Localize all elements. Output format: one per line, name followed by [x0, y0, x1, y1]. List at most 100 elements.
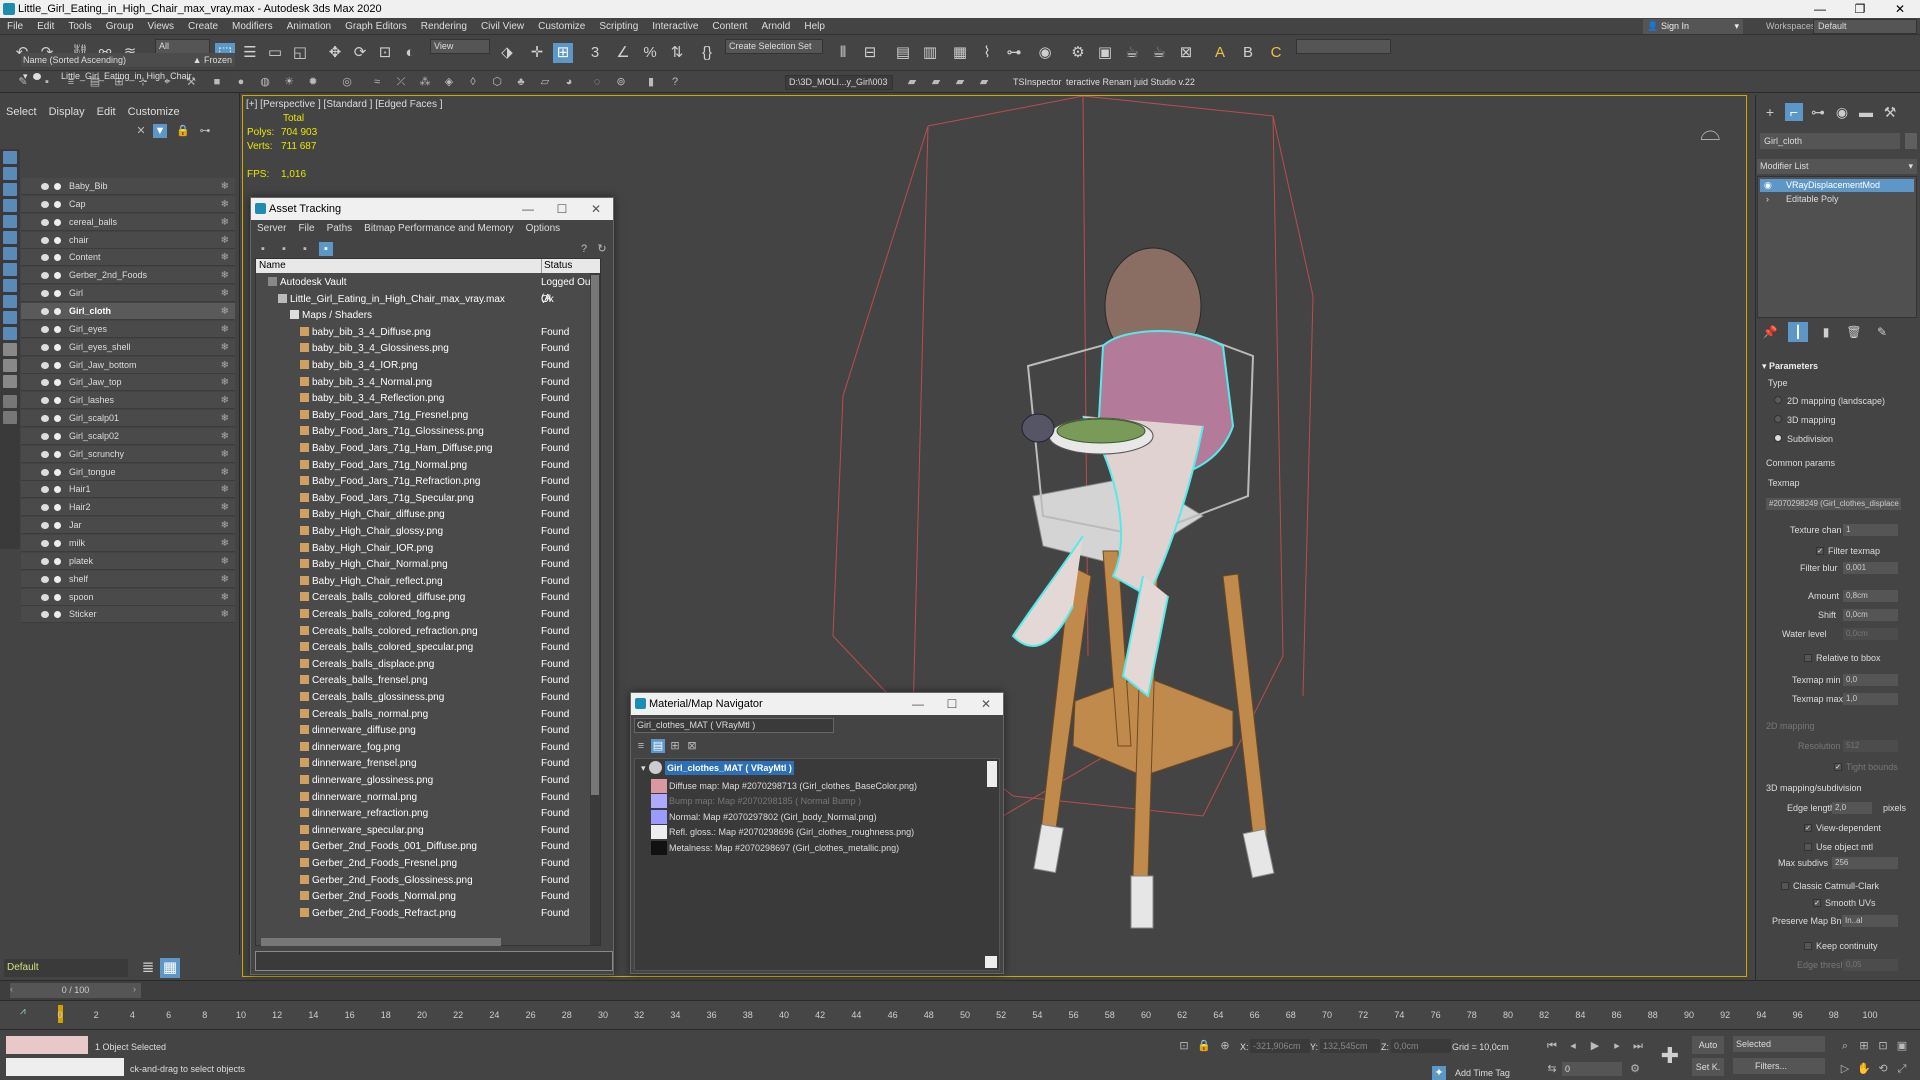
asset-tracking-titlebar[interactable]: Asset Tracking — ☐ ✕ — [251, 198, 613, 220]
asset-row[interactable]: Baby_Food_Jars_71g_Specular.png — [300, 491, 474, 508]
asset-row[interactable]: Baby_High_Chair_reflect.png — [300, 574, 443, 591]
map-node[interactable]: Bump map: Map #2070298185 ( Normal Bump … — [669, 794, 861, 808]
vray-b-icon[interactable]: B — [1238, 43, 1258, 63]
asset-row[interactable]: Baby_High_Chair_glossy.png — [300, 524, 443, 541]
eye-icon[interactable] — [41, 575, 49, 583]
eye-icon[interactable] — [41, 468, 49, 476]
asset-row[interactable]: Cereals_balls_colored_fog.png — [300, 607, 450, 624]
scene-item[interactable]: milk ❄ — [21, 535, 235, 552]
frozen-filter-icon[interactable] — [3, 311, 17, 324]
filter-blur-spinner[interactable]: 0,001 — [1843, 562, 1898, 574]
eye-icon[interactable] — [41, 415, 49, 423]
scene-menu-customize[interactable]: Customize — [122, 103, 186, 121]
collapse-icon[interactable]: ▾ — [641, 763, 646, 774]
scene-root-row[interactable]: ▾ Little_Girl_Eating_in_High_Chair — [21, 68, 235, 84]
map-node[interactable]: Diffuse map: Map #2070298713 (Girl_cloth… — [669, 779, 917, 793]
freeze-icon[interactable]: ❄ — [221, 267, 229, 284]
light-bulb-icon[interactable] — [54, 468, 61, 476]
light-bulb-icon[interactable] — [54, 540, 61, 547]
light-bulb-icon[interactable] — [54, 361, 61, 369]
asset-row[interactable]: Cereals_balls_normal.png — [300, 707, 428, 724]
asset-minimize-icon[interactable]: — — [511, 198, 545, 220]
hierarchy-tab-icon[interactable]: ⊶ — [1809, 103, 1827, 121]
particle-icon[interactable]: ⁂ — [418, 75, 432, 89]
toolbar-extra-select[interactable] — [1296, 39, 1391, 54]
asset-row[interactable]: Cereals_balls_colored_specular.png — [300, 640, 473, 657]
selection-lock-icon[interactable]: 🔒 — [1197, 1039, 1211, 1053]
render-iterative-icon[interactable]: ☕ — [1149, 43, 1169, 63]
menu-tools[interactable]: Tools — [61, 18, 98, 35]
asset-row[interactable]: Gerber_2nd_Foods_Normal.png — [300, 889, 456, 906]
auto-key-button[interactable]: Auto — [1692, 1036, 1724, 1054]
asset-row[interactable]: baby_bib_3_4_Diffuse.png — [300, 325, 431, 342]
light-filter-icon[interactable] — [3, 183, 17, 196]
water-level-spinner[interactable]: 0,0cm — [1843, 628, 1898, 640]
light-bulb-icon[interactable] — [54, 379, 61, 387]
vray-fur-icon[interactable]: ♣ — [514, 75, 528, 89]
scene-item[interactable]: Girl_tongue ❄ — [21, 463, 235, 481]
asset-refresh-icon[interactable]: ↻ — [595, 242, 609, 256]
eye-icon[interactable] — [41, 343, 49, 351]
filter-icon[interactable]: ▼ — [153, 124, 167, 138]
asset-row[interactable]: Cereals_balls_displace.png — [300, 657, 434, 674]
render-setup-icon[interactable]: ⚙ — [1068, 43, 1088, 63]
freeze-icon[interactable]: ❄ — [221, 606, 229, 623]
add-time-tag-button[interactable]: Add Time Tag — [1455, 1068, 1510, 1078]
asset-row[interactable]: Baby_Food_Jars_71g_Normal.png — [300, 458, 467, 475]
current-layer-field[interactable]: Default — [4, 959, 128, 977]
y-coordinate-field[interactable]: 132,545cm — [1320, 1039, 1380, 1053]
scale-icon[interactable]: ⊡ — [375, 43, 395, 63]
modify-tab-icon[interactable]: ⌐ — [1785, 103, 1803, 121]
frozen-column-header[interactable]: ▲ Frozen — [193, 53, 232, 67]
scene-item[interactable]: Girl_eyes ❄ — [21, 320, 235, 338]
matnav-close-icon[interactable]: ✕ — [969, 693, 1003, 715]
scene-item[interactable]: Girl_scrunchy ❄ — [21, 445, 235, 463]
z-coordinate-field[interactable]: 0,0cm — [1391, 1039, 1451, 1053]
all-filter-icon[interactable] — [3, 343, 17, 356]
vray-proxy-icon[interactable]: ⬡ — [490, 75, 504, 89]
scene-item[interactable]: Hair2 ❄ — [21, 499, 235, 517]
freeze-icon[interactable]: ❄ — [221, 392, 229, 409]
eye-icon[interactable] — [41, 379, 49, 387]
light-bulb-icon[interactable] — [54, 450, 61, 458]
asset-row[interactable]: baby_bib_3_4_Normal.png — [300, 375, 432, 392]
asset-row[interactable]: Baby_Food_Jars_71g_Refraction.png — [300, 474, 480, 491]
light-bulb-icon[interactable] — [54, 307, 61, 315]
resolution-spinner[interactable]: 512 — [1843, 740, 1898, 752]
asset-row[interactable]: Gerber_2nd_Foods_001_Diffuse.png — [300, 839, 477, 856]
spinner-snap-icon[interactable]: ⇅ — [667, 43, 687, 63]
make-unique-icon[interactable]: ▮ — [1816, 322, 1836, 342]
render-production-icon[interactable]: ☕ — [1122, 43, 1142, 63]
type-2d-radio[interactable] — [1774, 396, 1782, 404]
eye-icon[interactable] — [41, 522, 49, 530]
menu-arnold[interactable]: Arnold — [754, 18, 797, 35]
material-tree-scrollbar[interactable] — [987, 761, 997, 787]
eye-icon[interactable] — [41, 272, 49, 280]
object-color-swatch[interactable] — [1905, 133, 1917, 149]
scene-menu-edit[interactable]: Edit — [91, 103, 122, 121]
map-node[interactable]: Normal: Map #2070297802 (Girl_body_Norma… — [669, 810, 877, 824]
scene-item[interactable]: Girl_Jaw_top ❄ — [21, 374, 235, 392]
eye-icon[interactable] — [41, 290, 49, 298]
scene-item[interactable]: Jar ❄ — [21, 517, 235, 535]
sign-in-button[interactable]: 👤 Sign In ▾ — [1643, 19, 1743, 34]
eye-icon[interactable] — [41, 540, 49, 547]
eye-icon[interactable] — [41, 557, 49, 565]
asset-hscrollbar[interactable] — [261, 938, 501, 946]
eye-icon[interactable] — [41, 432, 49, 440]
fov-icon[interactable]: ▷ — [1838, 1062, 1852, 1076]
freeze-icon[interactable]: ❄ — [221, 339, 229, 356]
asset-list-view-icon[interactable]: ▪ — [256, 242, 270, 256]
asset-row[interactable]: Baby_High_Chair_Normal.png — [300, 557, 448, 574]
display-tab-icon[interactable]: ▬ — [1857, 103, 1875, 121]
collapse-icon[interactable]: ▾ — [23, 68, 28, 84]
isolate-icon[interactable]: ⊡ — [1177, 1039, 1191, 1053]
pin-stack-icon[interactable]: 📌 — [1760, 322, 1780, 342]
freeze-icon[interactable]: ❄ — [221, 285, 229, 302]
utilities-tab-icon[interactable]: ⚒ — [1881, 103, 1899, 121]
set-key-button[interactable]: Set K. — [1692, 1058, 1724, 1076]
viewport-label[interactable]: [+] [Perspective ] [Standard ] [Edged Fa… — [246, 99, 443, 110]
freeze-icon[interactable]: ❄ — [221, 214, 229, 231]
vray-plane-icon[interactable]: ▱ — [538, 75, 552, 89]
asset-row[interactable]: baby_bib_3_4_Glossiness.png — [300, 341, 449, 358]
